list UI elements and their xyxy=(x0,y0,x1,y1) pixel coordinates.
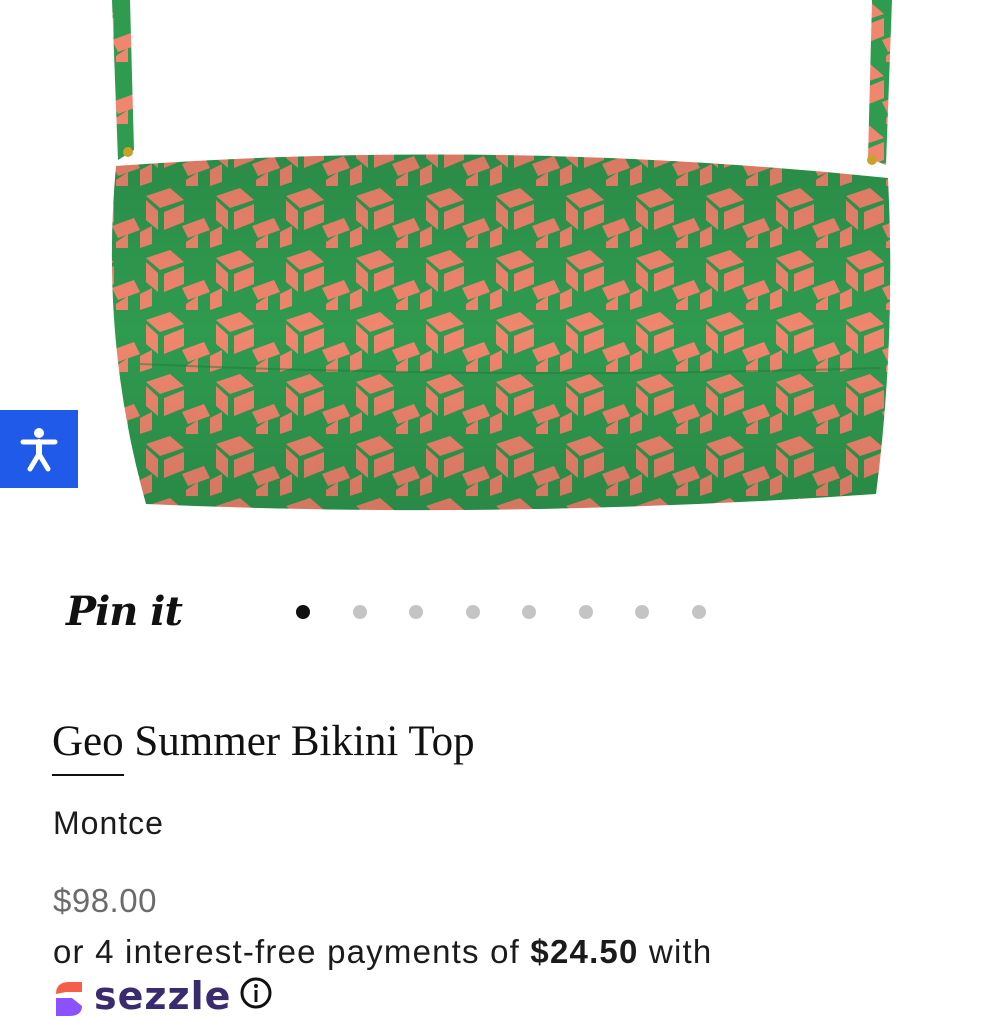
product-vendor: Montce xyxy=(53,805,164,841)
accessibility-button[interactable] xyxy=(0,410,78,488)
gallery-dot[interactable] xyxy=(352,605,367,619)
installments-text: or 4 interest-free payments of $24.50 wi… xyxy=(53,933,712,971)
installments-prefix: or 4 interest-free payments of xyxy=(53,933,531,970)
sezzle-logo-icon xyxy=(56,982,82,1016)
title-link-word[interactable]: Geo xyxy=(52,712,124,776)
product-image[interactable] xyxy=(0,0,1000,560)
sezzle-logo[interactable]: sezzle xyxy=(52,976,273,1016)
sezzle-name: sezzle xyxy=(94,974,232,1018)
accessibility-person-icon xyxy=(20,428,58,472)
right-strap-ring xyxy=(867,155,877,165)
gallery-dot[interactable] xyxy=(635,605,649,619)
gallery-dot[interactable] xyxy=(522,605,536,619)
product-price: $98.00 xyxy=(53,882,157,919)
bikini-top-image xyxy=(111,0,892,511)
installments-amount: $24.50 xyxy=(530,933,639,970)
gallery-dot[interactable] xyxy=(691,605,706,619)
pinterest-pin-button[interactable]: Pin it xyxy=(66,584,183,640)
info-icon[interactable] xyxy=(239,976,273,1010)
gallery-dot[interactable] xyxy=(296,605,310,619)
gallery-dot[interactable] xyxy=(409,605,423,619)
right-strap xyxy=(868,0,892,165)
gallery-dot[interactable] xyxy=(578,605,593,619)
installments-suffix: with xyxy=(638,933,713,970)
product-title: Geo Summer Bikini Top xyxy=(52,712,475,776)
title-rest: Summer Bikini Top xyxy=(123,718,475,765)
left-strap xyxy=(112,0,134,160)
left-strap-ring xyxy=(123,147,133,157)
gallery-dot[interactable] xyxy=(465,605,480,619)
gallery-dots xyxy=(296,605,748,619)
pin-it-label: Pin it xyxy=(66,588,183,635)
